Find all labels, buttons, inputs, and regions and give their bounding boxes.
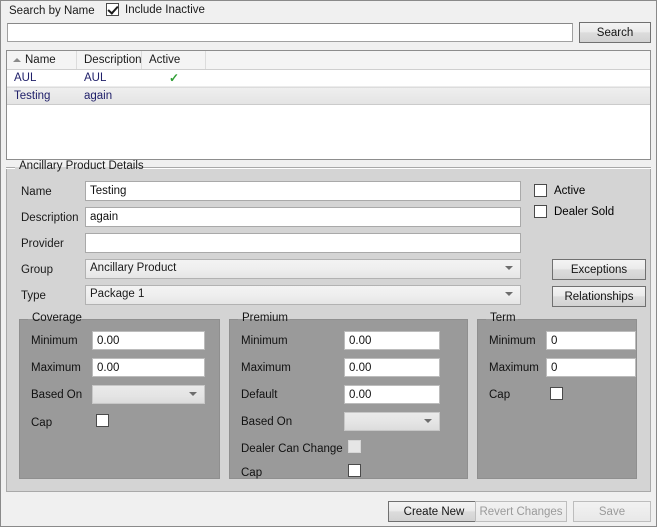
coverage-based-on-dropdown[interactable] bbox=[92, 385, 205, 404]
premium-minimum-label: Minimum bbox=[241, 335, 288, 347]
term-legend: Term bbox=[490, 312, 516, 324]
active-checkbox-label: Active bbox=[554, 184, 586, 197]
premium-default-input[interactable] bbox=[344, 385, 440, 404]
dealer-sold-checkbox-label: Dealer Sold bbox=[554, 205, 615, 218]
coverage-maximum-input[interactable] bbox=[92, 358, 205, 377]
check-icon: ✓ bbox=[168, 71, 180, 85]
term-panel: Term Minimum Maximum Cap bbox=[477, 312, 637, 479]
coverage-cap-label: Cap bbox=[31, 417, 53, 429]
cell-description: AUL bbox=[84, 72, 107, 84]
group-dropdown-value: Ancillary Product bbox=[90, 262, 177, 274]
checkbox-icon[interactable] bbox=[534, 184, 547, 197]
coverage-cap-checkbox[interactable] bbox=[96, 414, 109, 427]
checkbox-icon[interactable] bbox=[106, 3, 119, 16]
grid-column-header-name-label: Name bbox=[25, 54, 56, 66]
cell-active: ✓ bbox=[142, 70, 206, 86]
premium-panel: Premium Minimum Maximum Default Based On… bbox=[229, 312, 468, 479]
exceptions-button[interactable]: Exceptions bbox=[552, 259, 646, 280]
premium-cap-label: Cap bbox=[241, 467, 263, 479]
cell-description: again bbox=[84, 90, 113, 102]
premium-maximum-input[interactable] bbox=[344, 358, 440, 377]
cell-filler bbox=[206, 70, 649, 86]
coverage-minimum-label: Minimum bbox=[31, 335, 78, 347]
create-new-button[interactable]: Create New bbox=[388, 501, 480, 522]
grid-column-header-name[interactable]: Name bbox=[7, 51, 77, 69]
active-checkbox[interactable]: Active bbox=[534, 184, 585, 197]
type-label: Type bbox=[21, 290, 46, 302]
chevron-down-icon bbox=[505, 292, 513, 296]
premium-dealer-can-change-label: Dealer Can Change bbox=[241, 443, 343, 455]
coverage-legend: Coverage bbox=[32, 312, 82, 324]
provider-input[interactable] bbox=[85, 233, 521, 253]
premium-minimum-input[interactable] bbox=[344, 331, 440, 350]
ancillary-product-window: Search by Name Include Inactive Search N… bbox=[0, 0, 657, 527]
grid-header-row: Name Description Active bbox=[7, 51, 650, 70]
term-minimum-input[interactable] bbox=[546, 331, 636, 350]
search-input[interactable] bbox=[7, 23, 573, 42]
grid-column-header-filler bbox=[206, 51, 649, 69]
description-input[interactable] bbox=[85, 207, 521, 227]
sort-ascending-icon bbox=[13, 58, 21, 62]
details-panel-legend: Ancillary Product Details bbox=[19, 160, 144, 172]
cell-name: AUL bbox=[14, 72, 37, 84]
save-button: Save bbox=[573, 501, 651, 522]
grid-column-header-description[interactable]: Description bbox=[77, 51, 142, 69]
grid-column-header-active[interactable]: Active bbox=[142, 51, 206, 69]
table-row[interactable]: Testing again bbox=[7, 87, 650, 105]
table-row[interactable]: AUL AUL ✓ bbox=[7, 70, 650, 87]
results-grid[interactable]: Name Description Active AUL AUL ✓ Testin… bbox=[6, 50, 651, 160]
premium-based-on-label: Based On bbox=[241, 416, 293, 428]
description-label: Description bbox=[21, 212, 79, 224]
term-minimum-label: Minimum bbox=[489, 335, 536, 347]
premium-based-on-dropdown[interactable] bbox=[344, 412, 440, 431]
group-label: Group bbox=[21, 264, 53, 276]
cell-filler bbox=[206, 88, 649, 104]
cell-name: Testing bbox=[14, 90, 51, 102]
coverage-maximum-label: Maximum bbox=[31, 362, 81, 374]
chevron-down-icon bbox=[505, 266, 513, 270]
premium-dealer-can-change-checkbox bbox=[348, 440, 361, 453]
include-inactive-checkbox[interactable]: Include Inactive bbox=[106, 3, 205, 16]
provider-label: Provider bbox=[21, 238, 64, 250]
search-button[interactable]: Search bbox=[579, 22, 651, 43]
premium-cap-checkbox[interactable] bbox=[348, 464, 361, 477]
include-inactive-label: Include Inactive bbox=[125, 3, 205, 16]
term-cap-checkbox[interactable] bbox=[550, 387, 563, 400]
ancillary-product-details-panel: Ancillary Product Details Name Descripti… bbox=[6, 160, 651, 492]
name-label: Name bbox=[21, 186, 52, 198]
premium-default-label: Default bbox=[241, 389, 278, 401]
chevron-down-icon bbox=[424, 419, 432, 423]
checkbox-icon[interactable] bbox=[534, 205, 547, 218]
premium-legend: Premium bbox=[242, 312, 289, 324]
term-maximum-label: Maximum bbox=[489, 362, 539, 374]
coverage-panel: Coverage Minimum Maximum Based On Cap bbox=[19, 312, 220, 479]
cell-active bbox=[142, 88, 206, 104]
term-maximum-input[interactable] bbox=[546, 358, 636, 377]
name-input[interactable] bbox=[85, 181, 521, 201]
term-cap-label: Cap bbox=[489, 389, 511, 401]
type-dropdown-value: Package 1 bbox=[90, 288, 145, 300]
premium-maximum-label: Maximum bbox=[241, 362, 291, 374]
coverage-based-on-label: Based On bbox=[31, 389, 83, 401]
search-by-name-label: Search by Name bbox=[9, 5, 95, 17]
revert-changes-button: Revert Changes bbox=[475, 501, 567, 522]
relationships-button[interactable]: Relationships bbox=[552, 286, 646, 307]
search-bar: Search by Name Include Inactive Search bbox=[1, 1, 656, 46]
dealer-sold-checkbox[interactable]: Dealer Sold bbox=[534, 205, 614, 218]
group-dropdown[interactable]: Ancillary Product bbox=[85, 259, 521, 279]
coverage-minimum-input[interactable] bbox=[92, 331, 205, 350]
chevron-down-icon bbox=[189, 392, 197, 396]
type-dropdown[interactable]: Package 1 bbox=[85, 285, 521, 305]
